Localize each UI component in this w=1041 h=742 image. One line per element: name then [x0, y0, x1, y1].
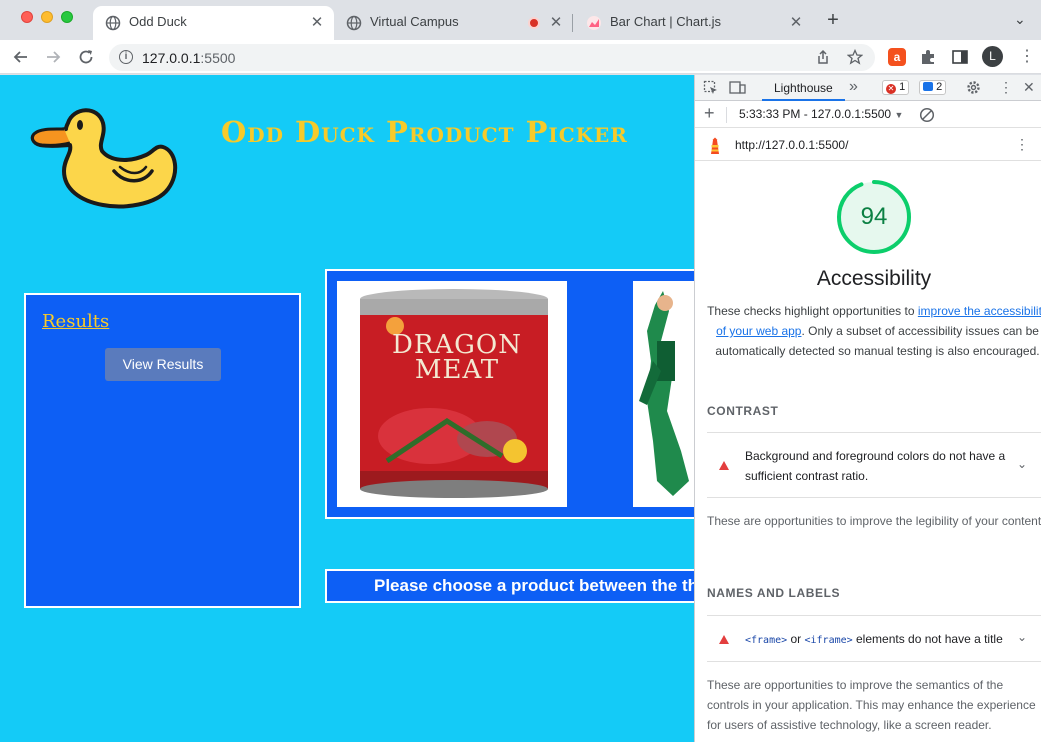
fail-triangle-icon: [719, 461, 729, 470]
address-port: :5500: [200, 50, 236, 66]
product-image-dragon-meat[interactable]: Dragon Meat: [337, 281, 567, 507]
product-image-figure[interactable]: [633, 281, 694, 507]
audit-text-tail: elements do not have a title: [852, 632, 1003, 646]
minimize-window-button[interactable]: [41, 11, 53, 23]
report-selector[interactable]: 5:33:33 PM - 127.0.0.1:5500 ▼: [739, 107, 903, 121]
profile-avatar[interactable]: L: [982, 46, 1003, 67]
dragon-meat-can-image: [360, 289, 548, 498]
recording-icon: [528, 17, 540, 29]
globe-icon: [346, 15, 362, 31]
devtools-menu-icon[interactable]: ⋮: [999, 79, 1013, 96]
audit-text-or: or: [787, 632, 805, 646]
extensions-puzzle-icon[interactable]: [919, 48, 937, 66]
bookmark-star-icon[interactable]: [847, 49, 863, 65]
audit-frame-title[interactable]: <frame> or <iframe> elements do not have…: [707, 615, 1041, 662]
error-count-badge[interactable]: ✕ 1: [882, 80, 910, 95]
close-devtools-icon[interactable]: ✕: [1023, 79, 1035, 96]
side-panel-icon[interactable]: [951, 48, 969, 66]
report-time: 5:33:33 PM - 127.0.0.1:5500: [739, 107, 892, 121]
browser-tab-strip: Odd Duck ✕ Virtual Campus ✕ Bar Chart | …: [0, 0, 1041, 40]
tab-title: Odd Duck: [129, 14, 187, 29]
tab-bar-chart[interactable]: Bar Chart | Chart.js ✕: [574, 6, 814, 40]
toolbar-divider: [726, 107, 727, 123]
audit-code-frame: <frame>: [745, 635, 788, 646]
close-tab-icon[interactable]: ✕: [547, 13, 565, 31]
forward-icon[interactable]: [42, 46, 64, 68]
inspect-element-icon[interactable]: [703, 80, 718, 95]
clear-icon[interactable]: [919, 107, 935, 123]
globe-icon: [105, 15, 121, 31]
address-url: 127.0.0.1:5500: [142, 50, 235, 66]
devtools-tab-bar: Lighthouse » ✕ 1 2 ⋮ ✕: [695, 75, 1041, 101]
chartjs-icon: [587, 16, 601, 30]
audit-title: Background and foreground colors do not …: [745, 449, 1006, 483]
group-title-names-labels: NAMES AND LABELS: [707, 586, 841, 600]
report-menu-icon[interactable]: ⋮: [1015, 136, 1029, 153]
report-url-bar: http://127.0.0.1:5500/ ⋮: [695, 129, 1041, 161]
close-tab-icon[interactable]: ✕: [787, 13, 805, 31]
browser-menu-icon[interactable]: ⋮: [1019, 46, 1035, 66]
description-text: These checks highlight opportunities to: [707, 304, 918, 318]
back-icon[interactable]: [10, 46, 32, 68]
fail-triangle-icon: [719, 635, 729, 644]
audit-title: <frame> or <iframe> elements do not have…: [745, 629, 1013, 651]
extension-icon[interactable]: a: [888, 48, 906, 66]
category-description: These checks highlight opportunities to …: [705, 301, 1041, 361]
lighthouse-toolbar: + 5:33:33 PM - 127.0.0.1:5500 ▼: [695, 102, 1041, 128]
green-costume-figure-image: [639, 291, 689, 496]
category-title: Accessibility: [816, 267, 932, 290]
page-title: Odd Duck Product Picker: [221, 115, 628, 149]
audit-contrast[interactable]: Background and foreground colors do not …: [707, 432, 1041, 498]
product-name: Dragon Meat: [391, 330, 523, 385]
address-bar[interactable]: i 127.0.0.1:5500: [109, 44, 875, 71]
settings-gear-icon[interactable]: [966, 80, 981, 95]
tab-virtual-campus[interactable]: Virtual Campus ✕: [334, 6, 574, 40]
results-panel: Results View Results: [24, 293, 301, 608]
group-description-names-labels: These are opportunities to improve the s…: [707, 678, 1036, 732]
browser-toolbar: i 127.0.0.1:5500 a L ⋮: [0, 40, 1041, 74]
lighthouse-logo-icon: [711, 137, 719, 154]
share-icon[interactable]: [815, 49, 831, 65]
error-icon: ✕: [886, 84, 896, 94]
more-tabs-icon[interactable]: »: [849, 78, 858, 96]
message-count-badge[interactable]: 2: [919, 80, 947, 95]
results-heading: Results: [42, 311, 110, 332]
new-report-icon[interactable]: +: [704, 103, 715, 124]
message-icon: [923, 82, 933, 91]
product-selection: Dragon Meat: [325, 269, 694, 519]
report-url: http://127.0.0.1:5500/: [735, 138, 849, 152]
tab-title: Virtual Campus: [370, 14, 459, 29]
address-host: 127.0.0.1: [142, 50, 201, 66]
maximize-window-button[interactable]: [61, 11, 73, 23]
expand-chevron-icon[interactable]: ⌄: [1017, 457, 1027, 471]
group-title-contrast: CONTRAST: [707, 404, 779, 418]
audit-code-iframe: <iframe>: [804, 635, 853, 646]
duck-logo: [30, 108, 178, 209]
expand-chevron-icon[interactable]: ⌄: [1017, 630, 1027, 644]
instructions-text: Please choose a product between the thre…: [325, 569, 694, 603]
new-tab-button[interactable]: +: [822, 9, 844, 32]
devtools-panel: Lighthouse » ✕ 1 2 ⋮ ✕ + 5:33:33 PM - 12…: [694, 75, 1041, 742]
view-results-button[interactable]: View Results: [105, 348, 221, 381]
close-window-button[interactable]: [21, 11, 33, 23]
reload-icon[interactable]: [75, 46, 97, 68]
dropdown-caret-icon: ▼: [894, 110, 904, 120]
tab-lighthouse[interactable]: Lighthouse: [762, 75, 845, 101]
group-description-contrast: These are opportunities to improve the l…: [707, 514, 1041, 528]
device-toolbar-icon[interactable]: [729, 80, 746, 95]
close-tab-icon[interactable]: ✕: [308, 13, 326, 31]
tab-search-icon[interactable]: ⌄: [1014, 11, 1026, 28]
accessibility-score: 94: [860, 203, 888, 230]
tab-title: Bar Chart | Chart.js: [610, 14, 722, 29]
message-count: 2: [936, 81, 943, 93]
error-count: 1: [899, 81, 906, 93]
tab-odd-duck[interactable]: Odd Duck ✕: [93, 6, 334, 40]
tab-separator: [572, 14, 573, 32]
page-viewport: Odd Duck Product Picker Results View Res…: [0, 75, 694, 742]
site-info-icon[interactable]: i: [119, 50, 133, 64]
